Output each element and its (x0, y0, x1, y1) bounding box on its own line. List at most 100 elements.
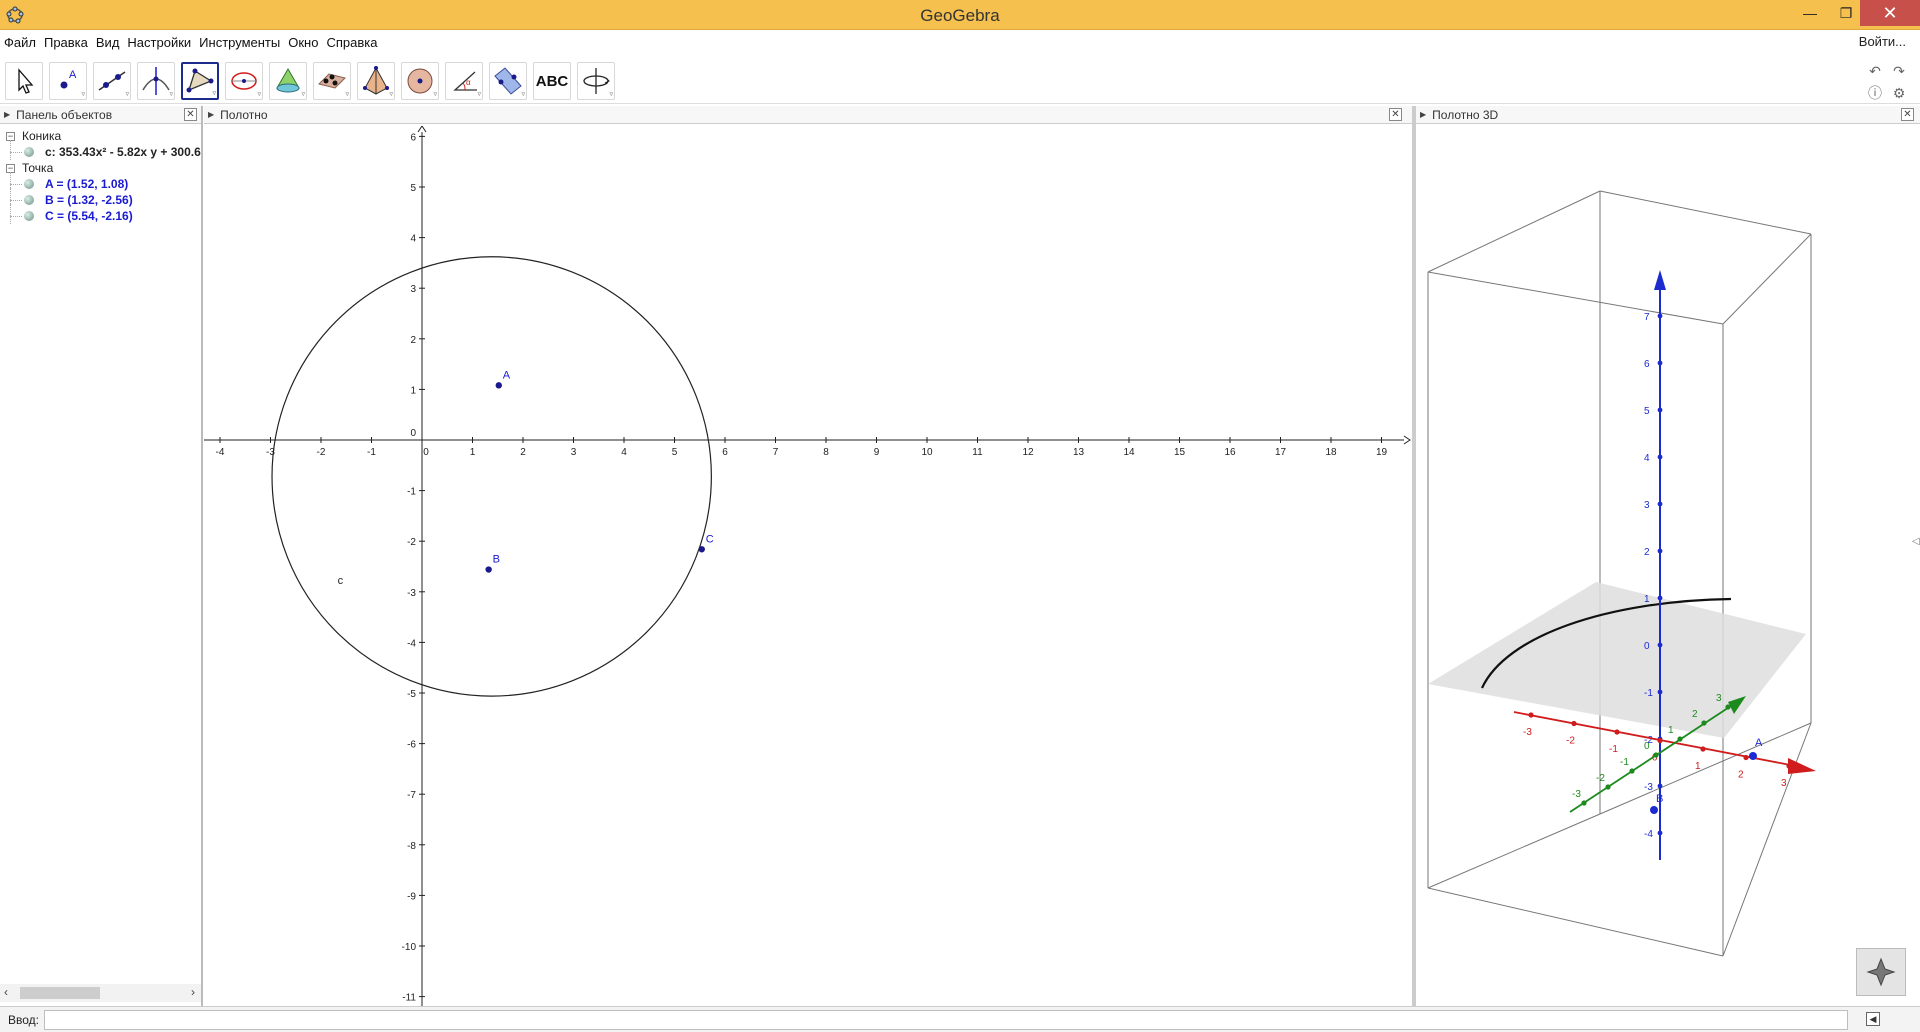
collapse-sidebar-icon[interactable]: ◁ (1912, 536, 1920, 547)
visibility-toggle-icon[interactable] (24, 179, 34, 189)
y-tick-label: -5 (407, 689, 416, 700)
scroll-thumb[interactable] (20, 987, 100, 999)
menu-settings[interactable]: Настройки (123, 35, 195, 50)
visibility-toggle-icon[interactable] (24, 147, 34, 157)
tree-item-point-a[interactable]: A = (1.52, 1.08) (0, 172, 203, 192)
tool-circle[interactable]: ▿ (225, 62, 263, 100)
rotate-3d-icon (1866, 957, 1896, 987)
x-tick-label: 4 (621, 447, 627, 458)
minimize-icon[interactable]: — (1792, 0, 1828, 26)
point-b-3d (1650, 806, 1658, 814)
y-tick-label: 5 (410, 183, 416, 194)
tree-item-point-b[interactable]: B = (1.32, -2.56) (0, 188, 203, 208)
help-icon[interactable]: ⓘ (1866, 84, 1884, 102)
x-tick-label: -1 (367, 447, 376, 458)
maximize-icon[interactable]: ❐ (1828, 0, 1864, 26)
plane-points-icon (318, 73, 346, 89)
tree-connector (10, 184, 22, 185)
graphics-3d-header: ▶ Полотно 3D ✕ (1416, 106, 1920, 124)
point-label: B (493, 554, 500, 566)
close-icon[interactable]: ✕ (1860, 0, 1920, 26)
tree-group-point[interactable]: − Точка (0, 160, 203, 176)
tool-reflect[interactable]: ▿ (489, 62, 527, 100)
panel-menu-arrow-icon[interactable]: ▶ (208, 110, 214, 119)
command-input[interactable] (44, 1010, 1848, 1030)
z-tick-label: 1 (1644, 594, 1650, 605)
menu-tools[interactable]: Инструменты (195, 35, 284, 50)
x-tick-label: -2 (317, 447, 326, 458)
cone-icon (276, 68, 300, 93)
tool-line[interactable]: ▿ (93, 62, 131, 100)
tool-rotate-view[interactable]: ▿ (577, 62, 615, 100)
x-tick-label: 7 (773, 447, 779, 458)
y-tick-3d (1725, 704, 1731, 710)
gear-icon[interactable]: ⚙ (1890, 84, 1908, 102)
graphics-3d-canvas[interactable]: 76543210-1-2-3-4-3-2-10123-3-2-10123AB (1416, 126, 1920, 1006)
tree-item-conic-c[interactable]: c: 353.43x² - 5.82x y + 300.6 (0, 140, 203, 160)
undo-icon[interactable]: ↶ (1866, 62, 1884, 80)
point-label: C (706, 533, 714, 545)
menu-edit[interactable]: Правка (40, 35, 92, 50)
perpendicular-icon (142, 67, 170, 95)
menu-file[interactable]: Файл (0, 35, 40, 50)
object-expression: B = (1.32, -2.56) (45, 193, 133, 207)
z-tick (1657, 313, 1663, 319)
x-axis-arrow-3d (1788, 758, 1816, 774)
menu-help[interactable]: Справка (322, 35, 381, 50)
x-tick-label: 13 (1073, 447, 1085, 458)
y-tick-label: -7 (407, 790, 416, 801)
title-bar: GeoGebra — ❐ ✕ (0, 0, 1920, 30)
z-tick (1657, 548, 1663, 554)
tool-perpendicular[interactable]: ▿ (137, 62, 175, 100)
y-tick-label-3d: -3 (1572, 789, 1581, 800)
panel-menu-arrow-icon[interactable]: ▶ (4, 110, 10, 119)
point-label-3d: B (1656, 793, 1663, 805)
keyboard-icon[interactable]: ◀ (1866, 1012, 1880, 1026)
y-tick-label: 2 (410, 335, 416, 346)
close-panel-icon[interactable]: ✕ (1901, 108, 1914, 121)
x-tick-label: 15 (1174, 447, 1186, 458)
object-tree: − Коника c: 353.43x² - 5.82x y + 300.6 −… (0, 128, 203, 224)
close-panel-icon[interactable]: ✕ (1389, 108, 1402, 121)
tool-pyramid[interactable]: ▿ (357, 62, 395, 100)
clipping-box-edge (1722, 722, 1812, 957)
x-tick-label: 1 (470, 447, 476, 458)
tool-plane-points[interactable]: ▿ (313, 62, 351, 100)
tool-sphere[interactable]: ▿ (401, 62, 439, 100)
x-tick-3d (1743, 754, 1749, 761)
clipping-box-edge (1427, 813, 1601, 889)
view-toggle-button[interactable] (1856, 948, 1906, 996)
tree-item-point-c[interactable]: C = (5.54, -2.16) (0, 204, 203, 224)
tool-polygon[interactable]: ▿ (181, 62, 219, 100)
redo-icon[interactable]: ↷ (1890, 62, 1908, 80)
tree-connector (10, 204, 11, 224)
scroll-right-icon[interactable]: › (191, 985, 195, 999)
tree-group-conic[interactable]: − Коника (0, 128, 203, 144)
algebra-horizontal-scrollbar[interactable]: ‹ › (0, 984, 201, 1002)
visibility-toggle-icon[interactable] (24, 211, 34, 221)
y-tick-label: 0 (410, 428, 416, 439)
graphics-view[interactable]: ▶ Полотно ✕ -4 -3 -2 -1 0 1 2 3 4 5 6 7 8 9 10 11 12 13 14… (204, 106, 1412, 1006)
tool-angle[interactable]: α ▿ (445, 62, 483, 100)
graphics-3d-view[interactable]: ▶ Полотно 3D ✕ 7 6 5 4 3 2 1 0 -1 -2 -3 -4 -3 -2 -1 0 1 2… (1416, 106, 1920, 1006)
tool-move[interactable] (5, 62, 43, 100)
menu-window[interactable]: Окно (284, 35, 322, 50)
tool-cone[interactable]: ▿ (269, 62, 307, 100)
close-panel-icon[interactable]: ✕ (184, 108, 197, 121)
tool-point[interactable]: A ▿ (49, 62, 87, 100)
x-tick-label: 18 (1325, 447, 1337, 458)
graphics-canvas[interactable]: -4 -3 -2 -1 0 1 2 3 4 5 6 7 8 9 10 11 12 13 14 15 16 17 18 1965… (204, 126, 1412, 1006)
panel-menu-arrow-icon[interactable]: ▶ (1420, 110, 1426, 119)
graphics-title: Полотно (220, 107, 268, 122)
menu-view[interactable]: Вид (92, 35, 124, 50)
x-tick-3d (1528, 712, 1534, 718)
line-icon (98, 71, 126, 91)
visibility-toggle-icon[interactable] (24, 195, 34, 205)
tool-text[interactable]: ABC (533, 62, 571, 100)
y-tick-label: -4 (407, 638, 416, 649)
y-tick-label-3d: -1 (1620, 757, 1629, 768)
login-link[interactable]: Войти... (1859, 34, 1906, 49)
tree-connector (10, 200, 22, 201)
scroll-left-icon[interactable]: ‹ (4, 985, 8, 999)
z-tick (1657, 783, 1663, 789)
